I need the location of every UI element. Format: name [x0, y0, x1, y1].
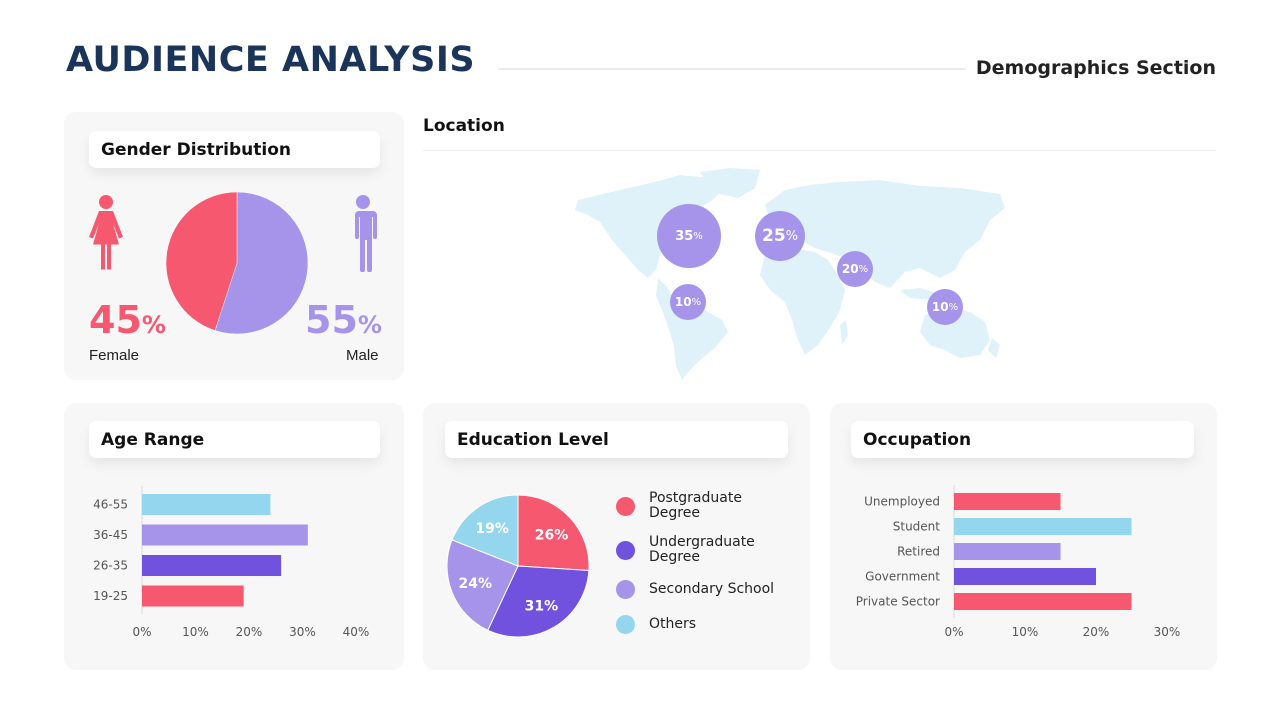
age-range-bar-chart: 46-55 36-45 26-35 19-25 0% 10% 20% 30% 40% [93, 486, 370, 639]
legend-dot-secondary [616, 580, 635, 599]
y-tick-label: 26-35 [93, 559, 128, 573]
occupation-card-title: Occupation [851, 421, 1194, 458]
male-percentage: 55% [305, 298, 382, 342]
pie-label-others: 19% [475, 521, 509, 537]
pie-label-postgraduate-degree: 26% [535, 528, 569, 544]
education-pie-chart: 26% 31% 24% 19% [447, 495, 590, 638]
y-tick-label: 36-45 [93, 528, 128, 542]
bar-student [954, 518, 1132, 535]
gender-card-title: Gender Distribution [89, 131, 380, 168]
x-tick-label: 20% [1083, 625, 1110, 639]
y-tick-label: Private Sector [856, 595, 940, 609]
y-tick-label: 19-25 [93, 589, 128, 603]
legend-others: Others [616, 615, 696, 634]
y-tick-label: Student [893, 520, 941, 534]
location-bubble-middle-east: 20% [837, 251, 873, 287]
x-tick-label: 20% [236, 625, 263, 639]
y-tick-label: 46-55 [93, 498, 128, 512]
section-label: Demographics Section [975, 57, 1216, 79]
bar-26-35 [142, 555, 282, 576]
bar-46-55 [142, 494, 271, 515]
y-tick-label: Government [865, 570, 940, 584]
page-title: AUDIENCE ANALYSIS [66, 40, 476, 80]
x-tick-label: 10% [182, 625, 209, 639]
male-label: Male [346, 347, 379, 364]
legend-undergraduate: Undergraduate Degree [616, 535, 755, 565]
female-percentage: 45% [89, 298, 166, 342]
education-card-title: Education Level [445, 421, 788, 458]
legend-dot-undergraduate [616, 540, 635, 560]
bar-19-25 [142, 585, 244, 607]
female-icon [89, 195, 123, 270]
x-tick-label: 0% [132, 625, 151, 639]
y-tick-label: Unemployed [864, 495, 940, 509]
gender-pie-chart [166, 192, 309, 335]
x-tick-label: 10% [1012, 625, 1039, 639]
world-map [575, 168, 1005, 380]
x-tick-label: 30% [1154, 625, 1181, 639]
occupation-bar-chart: Unemployed Student Retired Government Privat… [856, 485, 1181, 639]
x-tick-label: 30% [289, 625, 316, 639]
gender-distribution-card: Gender Distribution 45% 55% Female Male [64, 112, 404, 380]
location-bubble-oceania: 10% [927, 289, 963, 325]
bar-unemployed [954, 493, 1061, 510]
bar-government [954, 568, 1096, 585]
age-card-title: Age Range [89, 421, 380, 458]
pie-label-undergraduate-degree: 31% [525, 599, 559, 615]
location-bubble-north-america: 35% [657, 204, 721, 268]
bar-36-45 [142, 524, 308, 546]
map-africa [760, 248, 845, 355]
x-tick-label: 40% [343, 625, 370, 639]
legend-secondary-school: Secondary School [616, 580, 774, 599]
education-level-card: Education Level 26% 31% 24% 19% Postgraduat… [423, 403, 810, 670]
location-divider [423, 150, 1216, 151]
bar-retired [954, 543, 1061, 560]
legend-dot-postgraduate [616, 496, 635, 516]
female-label: Female [89, 347, 140, 364]
location-title: Location [423, 116, 505, 136]
male-icon [353, 195, 377, 272]
y-tick-label: Retired [897, 545, 940, 559]
x-tick-label: 0% [944, 625, 963, 639]
location-bubble-south-america: 10% [670, 284, 706, 320]
title-divider [498, 68, 966, 70]
legend-dot-others [616, 615, 635, 634]
pie-label-secondary-school: 24% [458, 576, 492, 592]
legend-postgraduate: Postgraduate Degree [616, 491, 742, 521]
bar-private-sector [954, 593, 1132, 610]
location-bubble-europe: 25% [755, 211, 805, 261]
